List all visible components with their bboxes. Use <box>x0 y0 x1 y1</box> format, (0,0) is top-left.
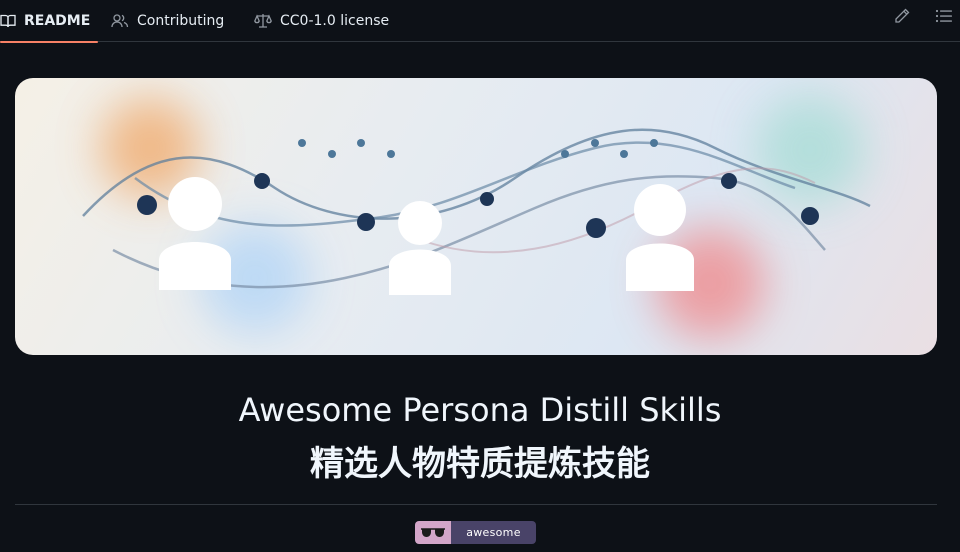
awesome-badge[interactable]: awesome <box>415 521 536 544</box>
readme-title: Awesome Persona Distill Skills <box>238 391 722 429</box>
tab-contributing[interactable]: Contributing <box>111 0 224 42</box>
law-scale-icon <box>254 13 272 29</box>
tab-license-label: CC0-1.0 license <box>280 13 390 29</box>
tab-readme[interactable]: README <box>0 0 99 43</box>
outline-button[interactable] <box>933 7 955 29</box>
tab-readme-label: README <box>24 13 91 29</box>
sunglasses-icon <box>415 521 451 544</box>
title-divider <box>15 504 937 505</box>
edit-file-button[interactable] <box>891 7 913 29</box>
readme-banner-image <box>15 78 937 355</box>
awesome-badge-label: awesome <box>451 521 536 544</box>
list-unordered-icon <box>935 8 953 28</box>
tab-contributing-label: Contributing <box>137 13 225 29</box>
pencil-icon <box>894 8 910 28</box>
book-icon <box>0 13 16 29</box>
tab-license[interactable]: CC0-1.0 license <box>254 0 389 42</box>
people-icon <box>111 13 129 29</box>
readme-title-chinese: 精选人物特质提炼技能 <box>310 444 650 484</box>
readme-tab-bar: README Contributing CC0-1.0 license <box>0 0 960 43</box>
